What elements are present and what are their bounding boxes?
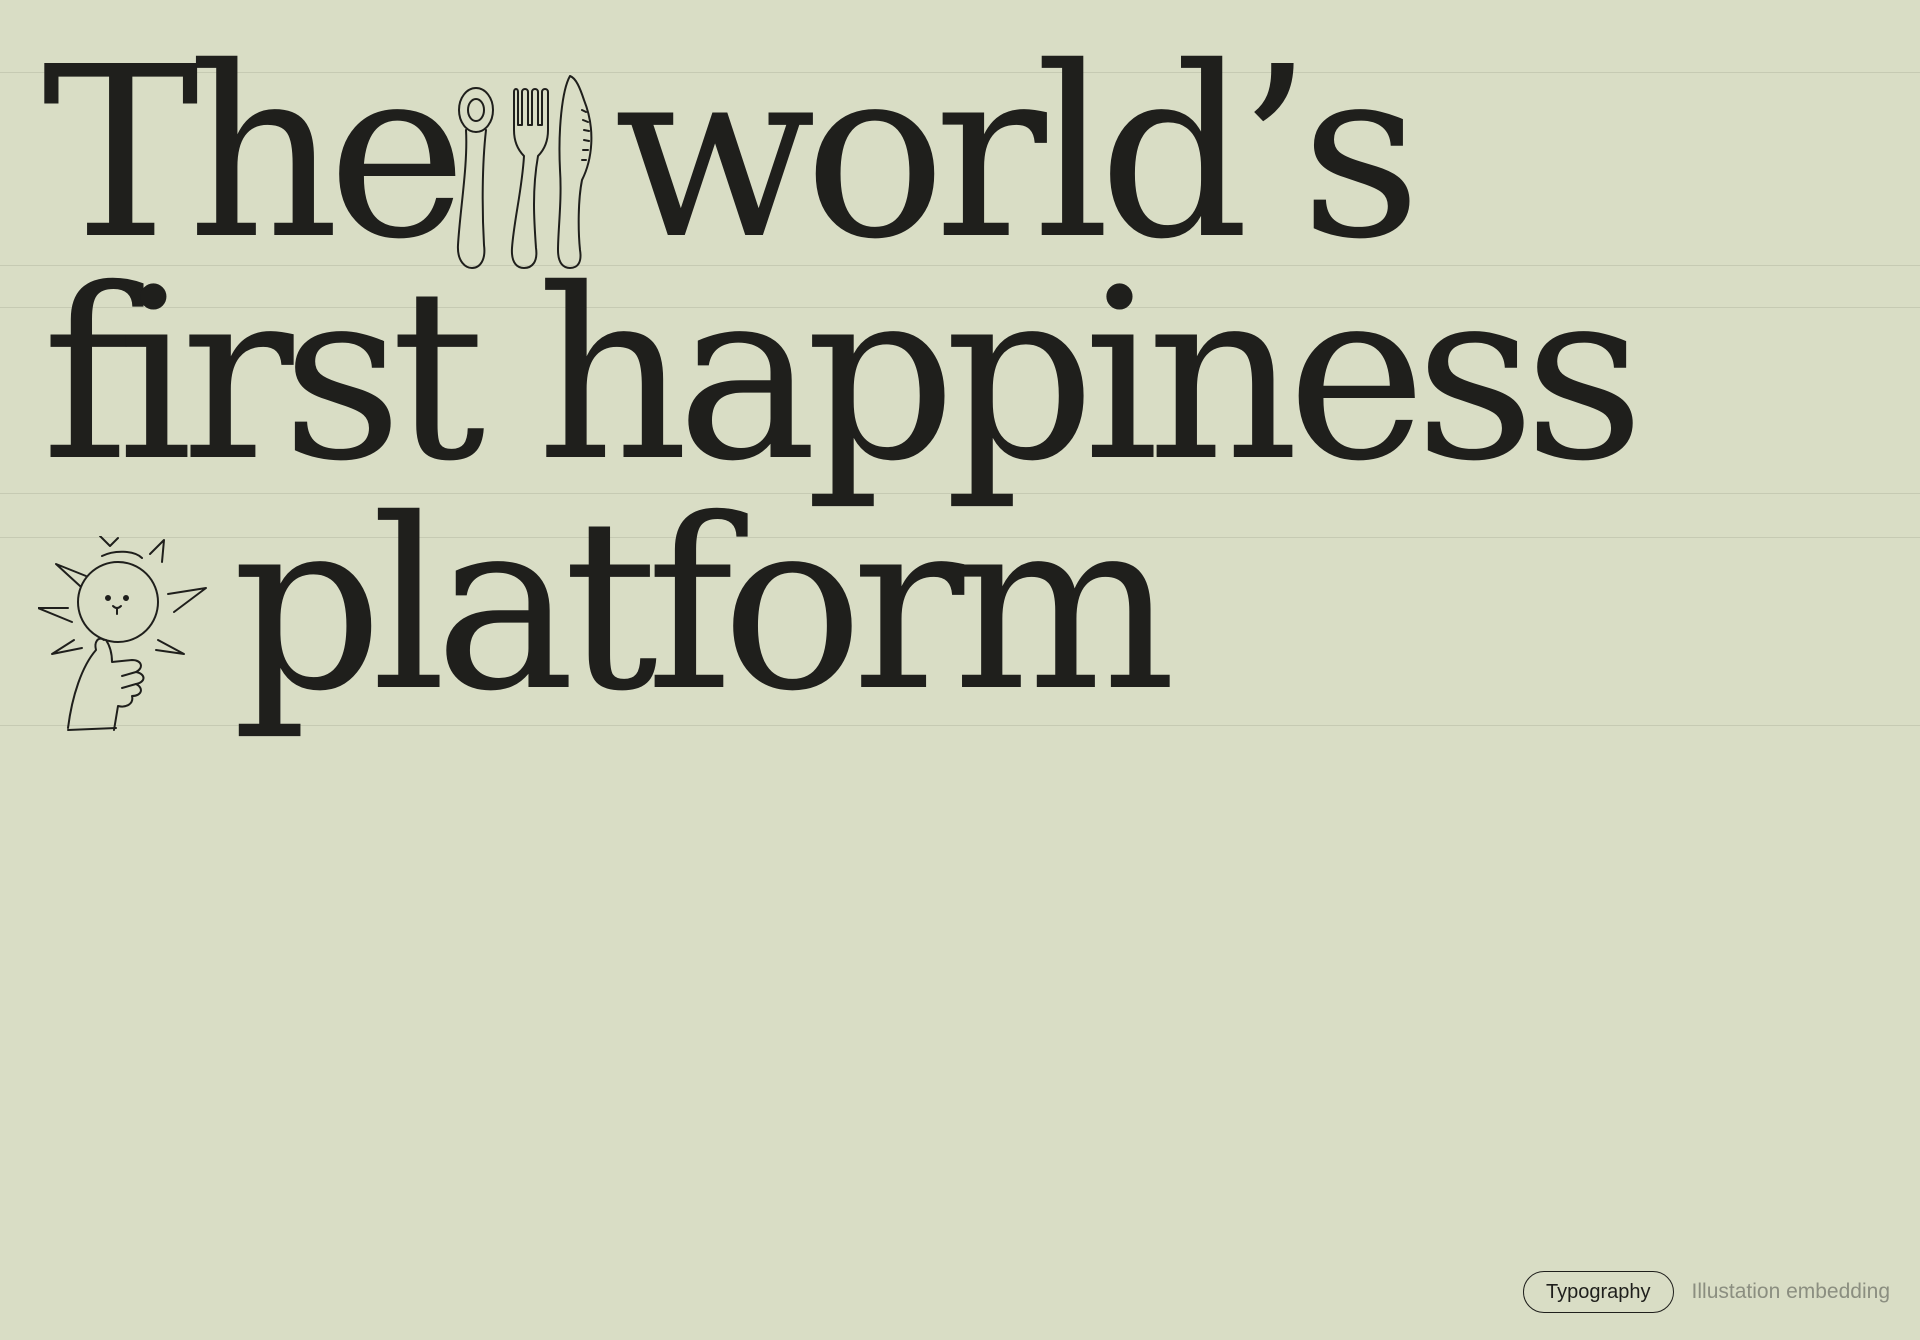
headline-word-the: The (42, 16, 467, 291)
sun-character-icon (38, 536, 210, 738)
headline-line-2: first happiness (42, 238, 1645, 513)
tag-illustration-embedding[interactable]: Illustation embedding (1692, 1280, 1890, 1304)
headline-line-3: platform (0, 488, 1920, 788)
footer-tags: Typography Illustation embedding (1523, 1271, 1890, 1313)
tag-typography[interactable]: Typography (1523, 1271, 1674, 1313)
headline: The world’s first happiness platform (0, 0, 1920, 820)
headline-word-platform: platform (232, 468, 1176, 743)
headline-word-worlds: world’s (614, 16, 1422, 291)
